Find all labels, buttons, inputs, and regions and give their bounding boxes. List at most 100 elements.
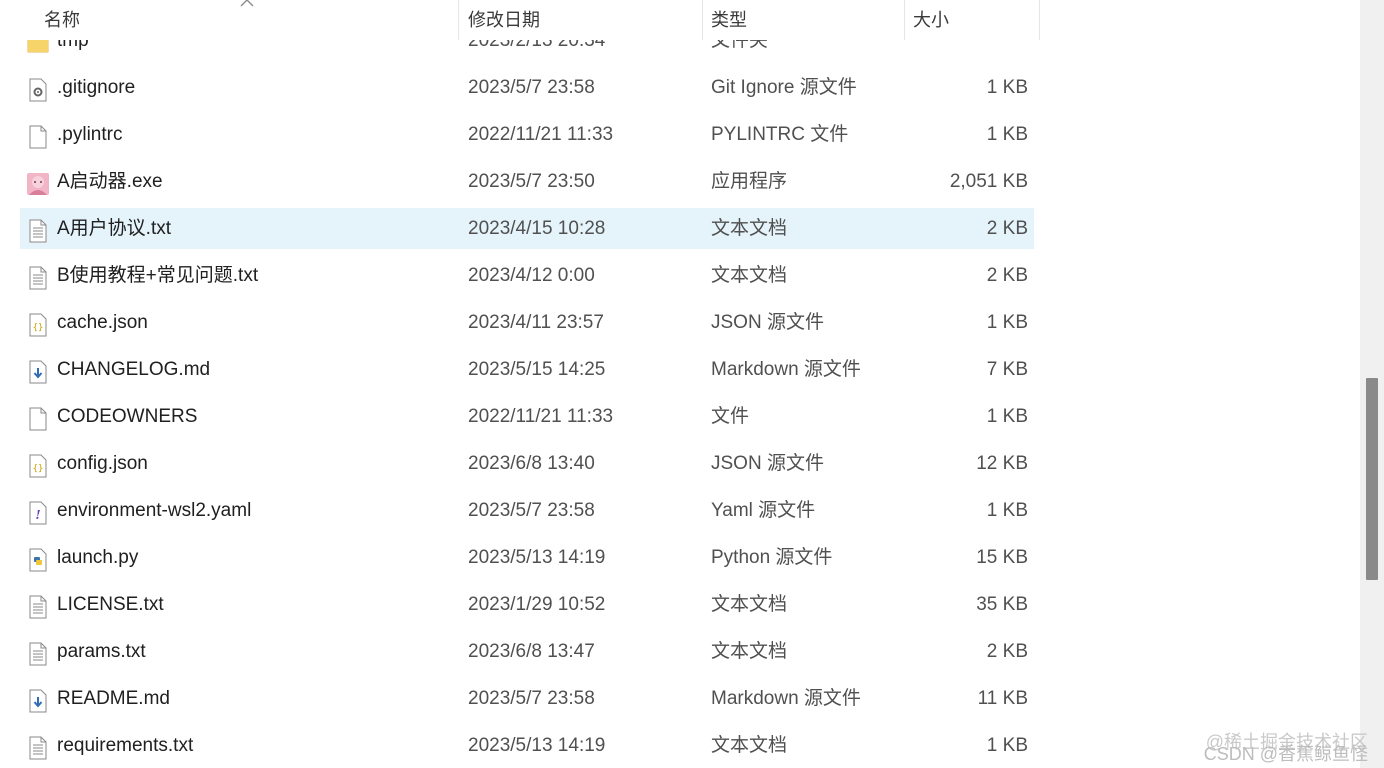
file-modified-date: 2023/6/8 13:40 xyxy=(468,453,595,474)
file-size: 1 KB xyxy=(986,406,1028,427)
file-row[interactable]: A用户协议.txt 2023/4/15 10:28 文本文档 2 KB xyxy=(20,208,1034,249)
file-row[interactable]: B使用教程+常见问题.txt 2023/4/12 0:00 文本文档 2 KB xyxy=(20,255,1034,296)
file-name: .gitignore xyxy=(57,77,136,98)
markdown-file-icon xyxy=(27,687,49,713)
file-name: cache.json xyxy=(57,312,148,333)
file-modified-date: 2023/1/29 10:52 xyxy=(468,594,606,615)
scrollbar-thumb[interactable] xyxy=(1366,378,1378,580)
file-name: A用户协议.txt xyxy=(57,218,172,239)
svg-text:{}: {} xyxy=(33,464,44,474)
file-modified-date: 2023/5/13 14:19 xyxy=(468,547,606,568)
file-name: CODEOWNERS xyxy=(57,406,198,427)
file-size: 2 KB xyxy=(986,641,1028,662)
file-size: 1 KB xyxy=(986,77,1028,98)
file-modified-date: 2023/5/15 14:25 xyxy=(468,359,606,380)
file-row[interactable]: ! environment-wsl2.yaml 2023/5/7 23:58 Yaml… xyxy=(20,490,1034,531)
file-type: 文本文档 xyxy=(711,218,788,239)
text-file-icon xyxy=(27,734,49,760)
column-header-type-label: 类型 xyxy=(711,10,747,30)
svg-text:!: ! xyxy=(35,508,40,522)
text-file-icon xyxy=(27,593,49,619)
sort-ascending-icon xyxy=(240,0,254,7)
file-modified-date: 2022/11/21 11:33 xyxy=(468,124,614,145)
file-name: README.md xyxy=(57,688,170,709)
column-header-type[interactable]: 类型 xyxy=(703,0,905,40)
file-row[interactable]: params.txt 2023/6/8 13:47 文本文档 2 KB xyxy=(20,631,1034,672)
file-modified-date: 2023/6/8 13:47 xyxy=(468,641,595,662)
blank-file-icon xyxy=(27,123,49,149)
file-size: 2,051 KB xyxy=(949,171,1028,192)
file-size: 12 KB xyxy=(976,453,1028,474)
markdown-file-icon xyxy=(27,358,49,384)
file-modified-date: 2023/5/7 23:58 xyxy=(468,77,595,98)
file-size: 1 KB xyxy=(986,735,1028,756)
file-name: launch.py xyxy=(57,547,139,568)
file-size: 15 KB xyxy=(976,547,1028,568)
text-file-icon xyxy=(27,264,49,290)
json-file-icon: {} xyxy=(27,452,49,478)
file-list: tmp 2023/2/13 20:34 文件夹 .gitignore 2023/5/7 … xyxy=(0,0,1040,768)
file-name: LICENSE.txt xyxy=(57,594,164,615)
file-row[interactable]: {} cache.json 2023/4/11 23:57 JSON 源文件 1 KB xyxy=(20,302,1034,343)
file-modified-date: 2023/4/12 0:00 xyxy=(468,265,595,286)
column-header-bar: 名称 修改日期 类型 大小 xyxy=(0,0,1040,40)
file-name: A启动器.exe xyxy=(57,171,163,192)
file-modified-date: 2023/5/7 23:58 xyxy=(468,688,595,709)
file-type: 文本文档 xyxy=(711,641,788,662)
file-modified-date: 2023/5/7 23:50 xyxy=(468,171,595,192)
settings-file-icon xyxy=(27,76,49,102)
blank-file-icon xyxy=(27,405,49,431)
file-name: environment-wsl2.yaml xyxy=(57,500,252,521)
file-row[interactable]: A启动器.exe 2023/5/7 23:50 应用程序 2,051 KB xyxy=(20,161,1034,202)
file-type: Git Ignore 源文件 xyxy=(711,77,857,98)
column-header-name-label: 名称 xyxy=(44,10,80,30)
file-type: JSON 源文件 xyxy=(711,453,824,474)
column-header-name[interactable]: 名称 xyxy=(0,0,459,40)
file-row[interactable]: README.md 2023/5/7 23:58 Markdown 源文件 11 KB xyxy=(20,678,1034,719)
file-row[interactable]: CODEOWNERS 2022/11/21 11:33 文件 1 KB xyxy=(20,396,1034,437)
file-row[interactable]: launch.py 2023/5/13 14:19 Python 源文件 15 KB xyxy=(20,537,1034,578)
file-row[interactable]: {} config.json 2023/6/8 13:40 JSON 源文件 12 KB xyxy=(20,443,1034,484)
file-size: 2 KB xyxy=(986,218,1028,239)
file-type: 文本文档 xyxy=(711,265,788,286)
file-type: 应用程序 xyxy=(711,171,788,192)
vertical-scrollbar[interactable] xyxy=(1360,0,1384,768)
file-name: CHANGELOG.md xyxy=(57,359,211,380)
text-file-icon xyxy=(27,217,49,243)
file-modified-date: 2022/11/21 11:33 xyxy=(468,406,614,427)
file-size: 1 KB xyxy=(986,500,1028,521)
yaml-file-icon: ! xyxy=(27,499,49,525)
file-row[interactable]: requirements.txt 2023/5/13 14:19 文本文档 1 KB xyxy=(20,725,1034,766)
text-file-icon xyxy=(27,640,49,666)
file-size: 2 KB xyxy=(986,265,1028,286)
file-type: Python 源文件 xyxy=(711,547,833,568)
file-row[interactable]: .pylintrc 2022/11/21 11:33 PYLINTRC 文件 1 KB xyxy=(20,114,1034,155)
file-name: requirements.txt xyxy=(57,735,194,756)
svg-text:{}: {} xyxy=(33,323,44,333)
column-header-size[interactable]: 大小 xyxy=(905,0,1040,40)
column-header-date-label: 修改日期 xyxy=(468,10,540,30)
file-name: params.txt xyxy=(57,641,146,662)
app-icon xyxy=(27,170,49,195)
column-header-size-label: 大小 xyxy=(913,10,949,30)
file-row[interactable]: CHANGELOG.md 2023/5/15 14:25 Markdown 源文件 7… xyxy=(20,349,1034,390)
file-modified-date: 2023/4/15 10:28 xyxy=(468,218,606,239)
column-header-date[interactable]: 修改日期 xyxy=(459,0,703,40)
file-size: 1 KB xyxy=(986,124,1028,145)
file-modified-date: 2023/5/13 14:19 xyxy=(468,735,606,756)
file-type: Markdown 源文件 xyxy=(711,688,861,709)
watermark-csdn: CSDN @香蕉鲸鱼怪 xyxy=(1203,744,1368,764)
file-type: 文件 xyxy=(711,406,750,427)
file-size: 1 KB xyxy=(986,312,1028,333)
file-row[interactable]: .gitignore 2023/5/7 23:58 Git Ignore 源文件 1 … xyxy=(20,67,1034,108)
json-file-icon: {} xyxy=(27,311,49,337)
file-name: B使用教程+常见问题.txt xyxy=(57,265,259,286)
file-type: PYLINTRC 文件 xyxy=(711,124,849,145)
file-modified-date: 2023/5/7 23:58 xyxy=(468,500,595,521)
file-type: JSON 源文件 xyxy=(711,312,824,333)
file-row[interactable]: LICENSE.txt 2023/1/29 10:52 文本文档 35 KB xyxy=(20,584,1034,625)
file-type: Yaml 源文件 xyxy=(711,500,816,521)
python-file-icon xyxy=(27,546,49,572)
file-size: 35 KB xyxy=(976,594,1028,615)
file-name: .pylintrc xyxy=(57,124,123,145)
